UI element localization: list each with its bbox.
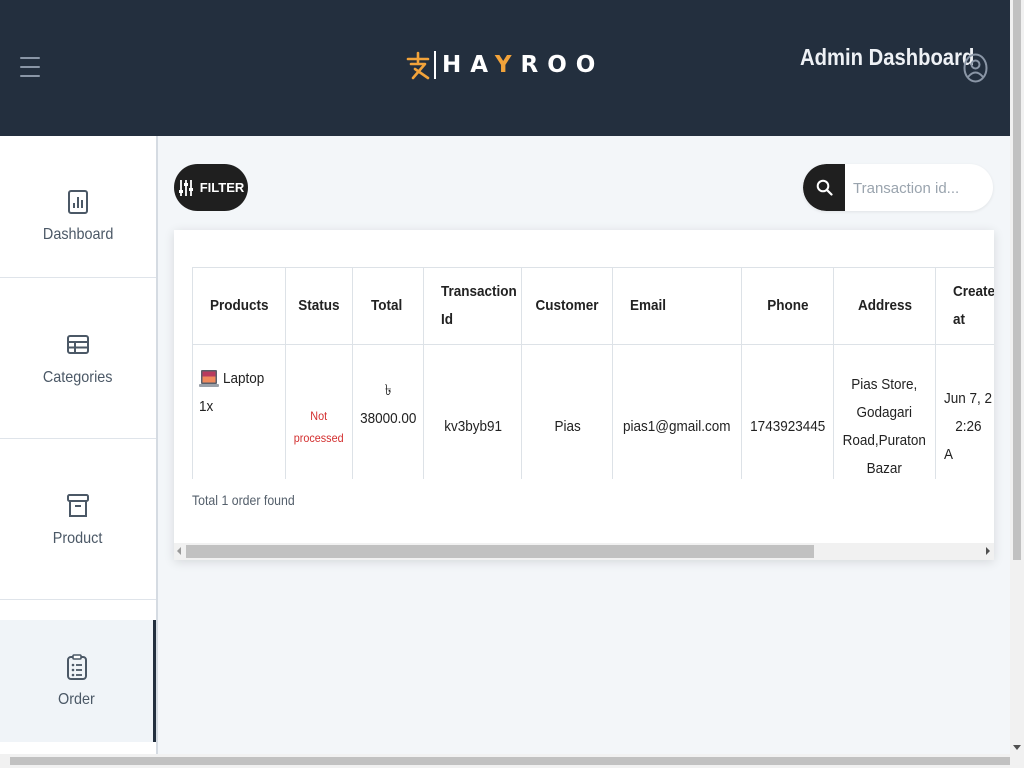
sidebar: Dashboard Categories Product Order [0, 136, 158, 754]
column-header-label: Customer [535, 297, 599, 314]
column-header[interactable]: Products [192, 267, 287, 345]
column-header-label: Transaction Id [441, 283, 518, 328]
table-header-row: Products Status Total Transaction Id Cus… [192, 267, 994, 345]
sidebar-divider [0, 277, 156, 278]
sidebar-item-categories[interactable]: Categories [0, 279, 156, 439]
sidebar-item-dashboard[interactable]: Dashboard [0, 136, 156, 296]
product-quantity: 1x [199, 398, 214, 415]
created-date: Jun 7, 2 [943, 390, 992, 407]
transaction-id: kv3byb91 [444, 418, 502, 435]
page-horizontal-scrollbar[interactable] [0, 754, 1024, 768]
sidebar-divider [0, 438, 156, 439]
scroll-right-arrow-icon[interactable] [986, 547, 990, 555]
sidebar-divider [0, 599, 156, 600]
logo-text-y: Y [494, 52, 521, 78]
address-cell: Pias Store, Godagari Road,Puraton Bazar [833, 344, 936, 479]
scroll-down-arrow-icon[interactable] [1013, 745, 1021, 750]
search-icon [816, 179, 833, 196]
column-header[interactable]: Transaction Id [423, 267, 523, 345]
column-header[interactable]: Phone [740, 267, 835, 345]
user-account-icon[interactable] [963, 53, 988, 83]
orders-table: Products Status Total Transaction Id Cus… [192, 267, 994, 479]
column-header[interactable]: Email [612, 267, 742, 345]
status-text-line2: processed [294, 431, 344, 445]
column-header-label: Address [857, 297, 912, 314]
page-title: Admin Dashboard [800, 44, 975, 70]
created-at: Jun 7, 2 2:26 A [944, 385, 994, 469]
sidebar-item-label: Order [58, 691, 95, 708]
address-line: Road,Puraton [842, 432, 927, 449]
status-badge: Not processed [294, 405, 344, 449]
scroll-left-arrow-icon[interactable] [177, 547, 181, 555]
top-header: HAYROO Admin Dashboard [0, 0, 1010, 136]
address-line: Godagari [856, 404, 913, 421]
column-header[interactable]: Customer [521, 267, 614, 345]
customer-cell: Pias [521, 344, 614, 479]
filter-button[interactable]: FILTER [174, 164, 248, 211]
total-cell: ৳ 38000.00 [351, 344, 425, 479]
table-icon [67, 335, 89, 354]
sidebar-item-label: Product [53, 530, 103, 547]
sidebar-item-label: Dashboard [42, 226, 114, 243]
page-vertical-scrollbar[interactable] [1010, 0, 1024, 754]
sidebar-item-order[interactable]: Order [0, 620, 156, 742]
hamburger-menu-icon[interactable] [20, 57, 40, 84]
logo-text: HAYROO [442, 52, 604, 78]
phone-cell: 1743923445 [740, 344, 835, 479]
column-header[interactable]: Created at [934, 267, 994, 345]
sliders-icon [178, 179, 193, 196]
column-header-label: Status [298, 297, 340, 314]
sidebar-item-label: Categories [43, 369, 113, 386]
orders-table-scroll[interactable]: Products Status Total Transaction Id Cus… [192, 267, 994, 479]
column-header[interactable]: Address [833, 267, 936, 345]
address-line: Pias Store, [851, 376, 918, 393]
archive-icon [67, 494, 89, 517]
status-text-line1: Not [310, 409, 328, 423]
bar-chart-icon [68, 190, 88, 214]
orders-card: Products Status Total Transaction Id Cus… [174, 230, 994, 560]
sidebar-item-product[interactable]: Product [0, 440, 156, 600]
transaction-id-cell: kv3byb91 [423, 344, 523, 479]
column-header-label: Created at [952, 283, 994, 328]
logo-mark-icon [406, 51, 430, 80]
table-scroll-thumb[interactable] [186, 545, 814, 558]
filter-button-label: FILTER [199, 180, 245, 195]
horizontal-scroll-thumb[interactable] [10, 757, 1010, 765]
order-total: ৳ 38000.00 [359, 382, 417, 427]
clipboard-list-icon [66, 654, 87, 680]
brand-logo[interactable]: HAYROO [404, 48, 604, 82]
transaction-search [803, 164, 993, 211]
customer-name: Pias [554, 418, 581, 435]
customer-address: Pias Store, Godagari Road,Puraton Bazar [843, 371, 926, 479]
customer-email: pias1@gmail.com [623, 418, 731, 435]
created-at-cell: Jun 7, 2 2:26 A [934, 344, 994, 479]
logo-text-b: ROO [520, 52, 605, 78]
created-time: 2:26 A [943, 418, 982, 463]
column-header-label: Email [630, 297, 667, 314]
vertical-scroll-thumb[interactable] [1013, 0, 1021, 560]
order-count-text: Total 1 order found [192, 492, 295, 508]
email-cell: pias1@gmail.com [612, 344, 742, 479]
search-button[interactable] [803, 164, 845, 211]
search-input[interactable] [851, 177, 990, 199]
laptop-thumbnail-icon [199, 370, 219, 388]
column-header[interactable]: Total [351, 267, 425, 345]
logo-text-a: HA [442, 52, 495, 78]
table-horizontal-scrollbar[interactable] [174, 543, 994, 560]
product-cell: Laptop 1x [192, 344, 287, 479]
status-cell: Not processed [285, 344, 353, 479]
logo-divider [434, 51, 436, 79]
address-line: Bazar [866, 460, 903, 477]
column-header-label: Total [370, 297, 403, 314]
column-header[interactable]: Status [285, 267, 353, 345]
table-row[interactable]: Laptop 1x Not processed ৳ 38000.00 kv3byb… [192, 344, 994, 479]
column-header-label: Phone [766, 297, 809, 314]
product-name: Laptop [223, 370, 265, 387]
column-header-label: Products [210, 297, 269, 314]
customer-phone: 1743923445 [750, 418, 826, 435]
